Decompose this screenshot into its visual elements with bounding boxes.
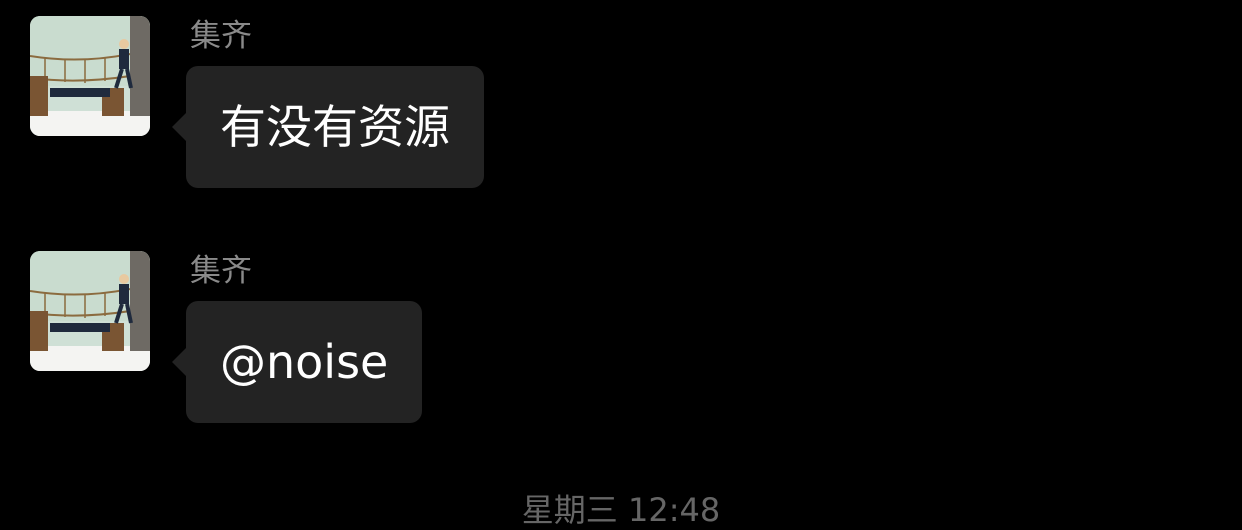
user-avatar-bridge-icon — [30, 16, 150, 136]
user-avatar-bridge-icon — [30, 251, 150, 371]
message-text: 有没有资源 — [220, 100, 450, 154]
sender-name: 集齐 — [190, 18, 252, 54]
sender-name: 集齐 — [190, 253, 252, 289]
chat-timestamp: 星期三 12:48 — [521, 491, 721, 529]
sender-avatar[interactable] — [30, 16, 150, 136]
message-bubble[interactable]: 有没有资源 — [172, 66, 484, 188]
message-bubble[interactable]: @noise — [171, 301, 423, 423]
sender-avatar[interactable] — [30, 251, 150, 371]
message-row: 集齐 有没有资源 — [0, 0, 1242, 200]
message-text: @noise — [220, 335, 389, 389]
message-row: 集齐 @noise — [0, 235, 1242, 435]
